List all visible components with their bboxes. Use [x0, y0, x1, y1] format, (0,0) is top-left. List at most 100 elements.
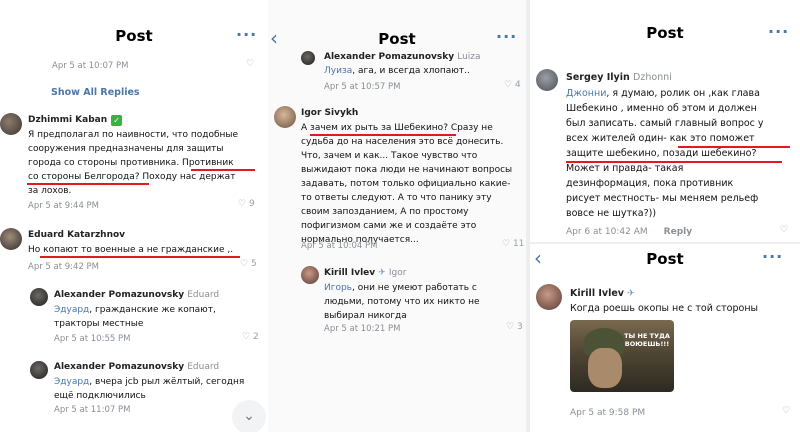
author-name[interactable]: Alexander Pomazunovsky	[54, 290, 184, 300]
avatar[interactable]	[30, 361, 48, 379]
author-name[interactable]: Alexander Pomazunovsky	[324, 52, 454, 62]
author-name[interactable]: Sergey Ilyin	[566, 72, 630, 83]
text-span: Походу нас держат	[139, 172, 236, 182]
more-icon[interactable]: ···	[762, 247, 783, 266]
text-span: ? Сразу не	[443, 123, 493, 133]
like-counter[interactable]: ♡ 5	[240, 259, 257, 269]
mention-link[interactable]: Джонни	[566, 88, 606, 99]
mention-link[interactable]: Игорь	[324, 283, 352, 293]
comment-line: защите шебекино, позади шебекино?	[566, 148, 757, 159]
heart-icon[interactable]: ♡	[240, 259, 248, 269]
more-icon[interactable]: ···	[768, 22, 789, 41]
reply-to[interactable]: Igor	[389, 268, 407, 278]
like-counter[interactable]: ♡ 9	[238, 199, 255, 209]
sticker-caption: ТЫ НЕ ТУДА ВОЮЕШЬ!!!	[624, 332, 670, 348]
scroll-down-button[interactable]: ⌄	[232, 400, 266, 432]
like-counter[interactable]: ♡ 11	[502, 239, 524, 249]
comment-time: Apr 5 at 9:58 PM	[570, 408, 646, 418]
like-counter[interactable]: ♡ 4	[504, 80, 521, 90]
like-count: 3	[516, 322, 523, 332]
comment-author[interactable]: Alexander Pomazunovsky Luiza	[324, 52, 481, 62]
comment-author[interactable]: Alexander Pomazunovsky Eduard	[54, 290, 219, 300]
like-counter[interactable]: ♡ 2	[242, 332, 259, 342]
comment-author[interactable]: Sergey Ilyin Dzhonni	[566, 72, 672, 83]
author-name[interactable]: Kirill Ivlev	[324, 268, 375, 278]
comment-author[interactable]: Eduard Katarzhnov	[28, 230, 125, 240]
comment-line: сооружения предназначены для защиты	[28, 144, 224, 154]
more-icon[interactable]: ···	[236, 25, 257, 44]
avatar[interactable]	[536, 284, 562, 310]
text-span: Но	[28, 245, 44, 255]
post-header: Post ···	[0, 0, 268, 45]
avatar[interactable]	[301, 51, 315, 65]
comment-text: А зачем их рыть за Шебекино? Сразу не су…	[301, 121, 523, 247]
author-name[interactable]: Alexander Pomazunovsky	[54, 362, 184, 372]
comment-line: Эдуард, вчера jcb рыл жёлтый, сегодня	[54, 375, 264, 389]
comment-line: рисует местность- мы меняем рельеф	[566, 193, 759, 204]
comment-text: Но копают то военные а не гражданские ,.	[28, 243, 233, 257]
avatar[interactable]	[0, 113, 22, 135]
red-underline	[566, 161, 782, 163]
heart-icon[interactable]: ♡	[506, 322, 514, 332]
text-span: города со стороны противника.	[28, 158, 183, 168]
comment-author[interactable]: Dzhimmi Kaban ✓	[28, 115, 123, 126]
reply-button[interactable]: Reply	[664, 227, 692, 237]
heart-icon[interactable]: ♡	[782, 406, 790, 416]
author-name[interactable]: Dzhimmi Kaban	[28, 115, 107, 125]
red-underline	[191, 169, 255, 171]
reply-to[interactable]: Eduard	[187, 362, 219, 372]
mention-link[interactable]: Эдуард	[54, 305, 89, 315]
text-span: всех жителей один-	[566, 133, 670, 144]
show-all-replies-link[interactable]: Show All Replies	[51, 87, 140, 98]
like-count: 5	[250, 259, 257, 269]
comment-text: Я предполагал по наивности, что подобные…	[28, 128, 266, 198]
more-icon[interactable]: ···	[496, 27, 517, 46]
comment-line: судьба до на населения это всё донесить.	[301, 137, 504, 147]
avatar[interactable]	[301, 266, 319, 284]
avatar[interactable]	[536, 69, 558, 91]
comment-time: Apr 5 at 9:42 PM	[28, 262, 100, 272]
text-span: как это поможет	[669, 133, 755, 144]
heart-icon[interactable]: ♡	[504, 80, 512, 90]
comment-line: тракторы местные	[54, 319, 144, 329]
reply-to[interactable]: Luiza	[457, 52, 480, 62]
comment-line: Что, зачем и как... Такое чувство что	[301, 151, 478, 161]
comment-text: Эдуард, гражданские же копают, тракторы …	[54, 303, 264, 331]
comment-line: ещё подключились	[54, 391, 146, 401]
post-title: Post	[646, 24, 684, 42]
like-count: 9	[248, 199, 255, 209]
heart-icon[interactable]: ♡	[502, 239, 510, 249]
text-span: ,.	[224, 245, 234, 255]
avatar[interactable]	[30, 288, 48, 306]
sticker-image[interactable]: ТЫ НЕ ТУДА ВОЮЕШЬ!!!	[570, 320, 674, 392]
comment-author[interactable]: Kirill Ivlev ✈	[570, 288, 635, 299]
heart-icon[interactable]: ♡	[242, 332, 250, 342]
avatar[interactable]	[0, 228, 22, 250]
post-title: Post	[378, 30, 416, 48]
comment-author[interactable]: Alexander Pomazunovsky Eduard	[54, 362, 219, 372]
comment-author[interactable]: Igor Sivykh	[301, 108, 358, 118]
comment-line: людьми, потому что их никто не	[324, 297, 480, 307]
comment-text: Когда роешь окопы не с той стороны	[570, 303, 759, 314]
comment-time: Apr 5 at 10:21 PM	[324, 324, 401, 334]
heart-icon[interactable]: ♡	[246, 59, 254, 69]
comment-time: Apr 5 at 10:07 PM	[52, 61, 129, 71]
comment-time: Apr 5 at 11:07 PM	[54, 405, 131, 415]
heart-icon[interactable]: ♡	[780, 225, 788, 235]
reply-to[interactable]: Dzhonni	[633, 72, 672, 83]
text-span: , я думаю, ролик он ,как глава	[606, 88, 760, 99]
heart-icon[interactable]: ♡	[238, 199, 246, 209]
mention-link[interactable]: Луиза	[324, 66, 352, 76]
comment-time: Apr 5 at 10:04 PM	[301, 241, 378, 251]
mention-link[interactable]: Эдуард	[54, 377, 89, 387]
reply-to[interactable]: Eduard	[187, 290, 219, 300]
author-name[interactable]: Kirill Ivlev	[570, 288, 624, 299]
comment-author[interactable]: Kirill Ivlev ✈ Igor	[324, 268, 406, 278]
comment-time: Apr 5 at 10:55 PM	[54, 334, 131, 344]
comment-line: города со стороны противника. Противник	[28, 156, 266, 170]
avatar[interactable]	[274, 106, 296, 128]
like-counter[interactable]: ♡ 3	[506, 322, 523, 332]
text-span: А	[301, 123, 311, 133]
text-span: , гражданские же копают,	[89, 305, 216, 315]
panel-post-2: ‹ Post ··· Alexander Pomazunovsky Luiza …	[268, 0, 526, 432]
